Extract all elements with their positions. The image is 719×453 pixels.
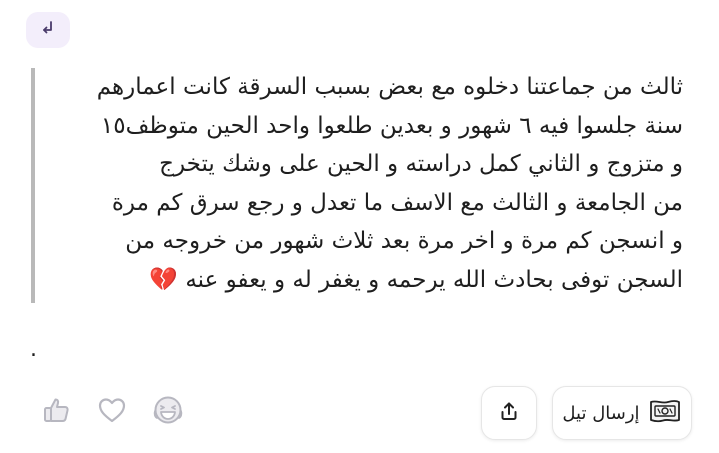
- banknote-icon: [648, 398, 682, 428]
- back-button[interactable]: [26, 12, 70, 48]
- send-tip-button[interactable]: إرسال تيل: [552, 386, 692, 440]
- thumbs-up-icon: [41, 394, 73, 430]
- laugh-button[interactable]: [151, 395, 185, 429]
- post-body: ثالث من جماعتنا دخلوه مع بعض بسبب السرقة…: [96, 74, 683, 293]
- share-upload-icon: [499, 401, 519, 425]
- post-trailing-mark: .: [30, 337, 37, 362]
- send-tip-label: إرسال تيل: [562, 402, 640, 424]
- laughing-face-icon: [151, 393, 185, 431]
- heart-button[interactable]: [95, 395, 129, 429]
- like-button[interactable]: [40, 395, 74, 429]
- reply-back-arrow-icon: [39, 19, 57, 41]
- share-button[interactable]: [481, 386, 537, 440]
- post-action-bar: إرسال تيل: [0, 384, 719, 444]
- heart-icon: [96, 394, 128, 430]
- post-quote: ثالث من جماعتنا دخلوه مع بعض بسبب السرقة…: [31, 68, 683, 303]
